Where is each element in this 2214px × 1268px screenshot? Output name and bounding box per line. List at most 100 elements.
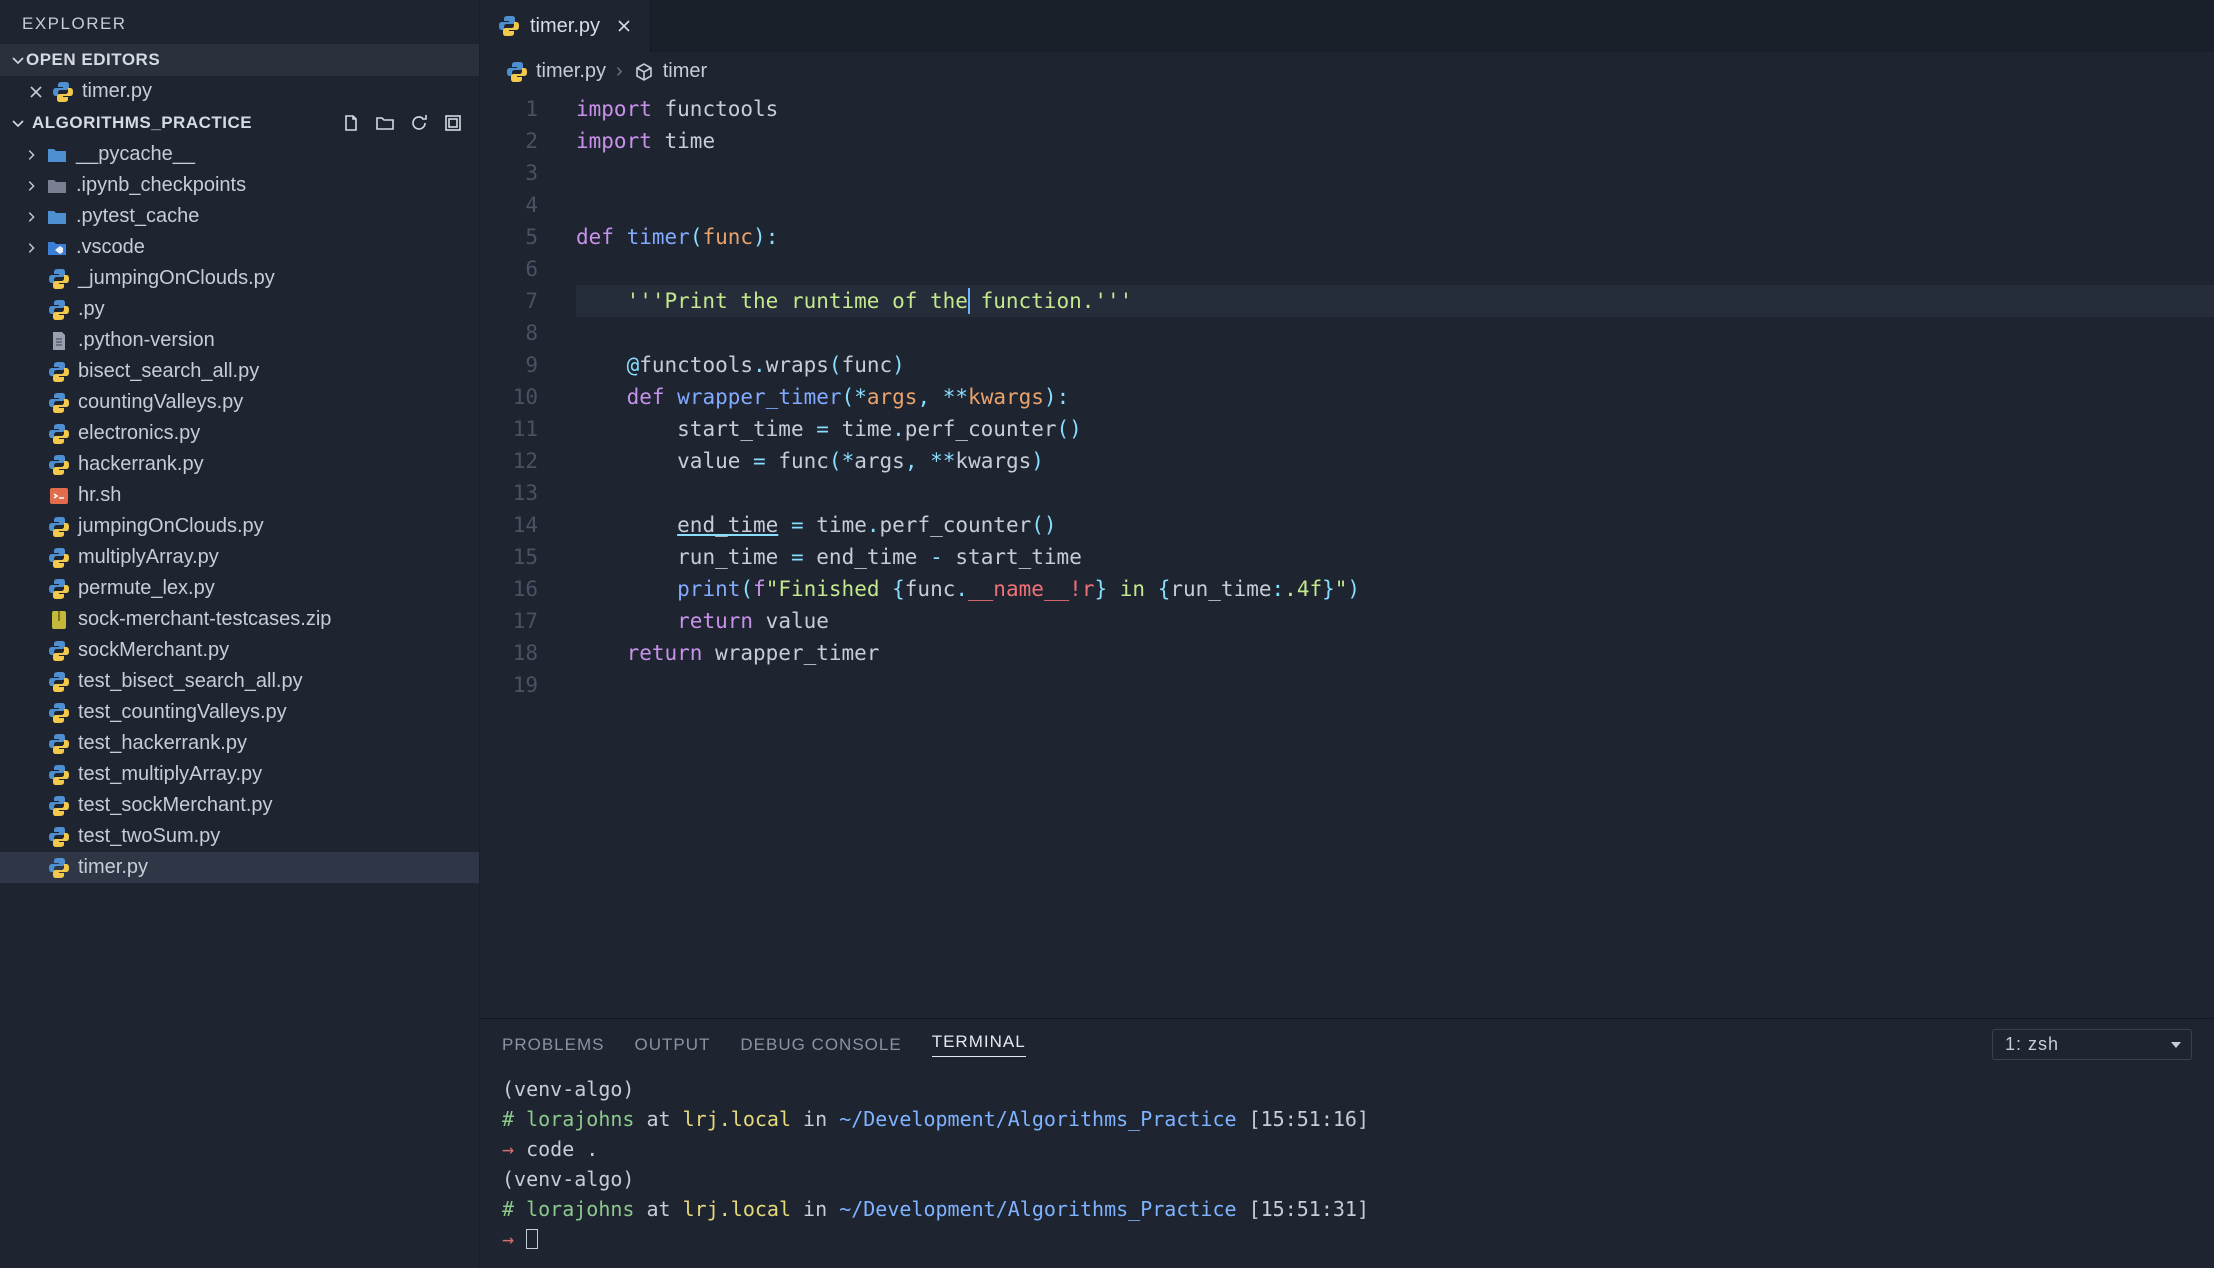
tree-file[interactable]: jumpingOnClouds.py xyxy=(0,511,479,542)
open-editor-filename: timer.py xyxy=(82,80,152,103)
code-line[interactable]: return value xyxy=(576,605,2214,637)
tree-folder[interactable]: __pycache__ xyxy=(0,139,479,170)
tree-file[interactable]: countingValleys.py xyxy=(0,387,479,418)
tree-file[interactable]: hackerrank.py xyxy=(0,449,479,480)
new-folder-icon[interactable] xyxy=(375,113,395,133)
open-editor-item[interactable]: timer.py xyxy=(0,76,479,107)
panel-tab-output[interactable]: OUTPUT xyxy=(634,1035,710,1055)
editor-tab[interactable]: timer.py xyxy=(480,0,651,52)
tree-file-name: .py xyxy=(78,298,105,321)
refresh-icon[interactable] xyxy=(409,113,429,133)
tree-file[interactable]: bisect_search_all.py xyxy=(0,356,479,387)
tree-file[interactable]: test_countingValleys.py xyxy=(0,697,479,728)
python-icon xyxy=(498,15,520,37)
code-line[interactable]: import functools xyxy=(576,93,2214,125)
tree-folder[interactable]: .vscode xyxy=(0,232,479,263)
line-number: 11 xyxy=(480,413,538,445)
python-icon xyxy=(48,640,70,662)
code-line[interactable]: import time xyxy=(576,125,2214,157)
code-line[interactable]: value = func(*args, **kwargs) xyxy=(576,445,2214,477)
line-number: 7 xyxy=(480,285,538,317)
line-number: 9 xyxy=(480,349,538,381)
tree-file[interactable]: timer.py xyxy=(0,852,479,883)
line-number: 10 xyxy=(480,381,538,413)
collapse-all-icon[interactable] xyxy=(443,113,463,133)
code-line[interactable]: return wrapper_timer xyxy=(576,637,2214,669)
line-number: 13 xyxy=(480,477,538,509)
terminal-selector[interactable]: 1: zsh xyxy=(1992,1029,2192,1060)
shell-icon xyxy=(48,485,70,507)
tree-file[interactable]: sockMerchant.py xyxy=(0,635,479,666)
line-number: 3 xyxy=(480,157,538,189)
open-editors-section-header[interactable]: OPEN EDITORS xyxy=(0,44,479,76)
workspace-folder-header[interactable]: ALGORITHMS_PRACTICE xyxy=(0,107,479,139)
line-number: 4 xyxy=(480,189,538,221)
tree-folder-name: .pytest_cache xyxy=(76,205,199,228)
tab-bar: timer.py xyxy=(480,0,2214,52)
tree-file[interactable]: test_bisect_search_all.py xyxy=(0,666,479,697)
tree-file-name: .python-version xyxy=(78,329,215,352)
panel-tab-debug console[interactable]: DEBUG CONSOLE xyxy=(740,1035,901,1055)
code-line[interactable]: @functools.wraps(func) xyxy=(576,349,2214,381)
tree-file[interactable]: multiplyArray.py xyxy=(0,542,479,573)
tree-file[interactable]: test_hackerrank.py xyxy=(0,728,479,759)
tree-folder-name: .vscode xyxy=(76,236,145,259)
breadcrumbs: timer.py › timer xyxy=(480,52,2214,91)
python-icon xyxy=(48,454,70,476)
close-icon[interactable] xyxy=(28,84,44,100)
code-editor[interactable]: 12345678910111213141516171819 import fun… xyxy=(480,91,2214,1018)
tree-file[interactable]: electronics.py xyxy=(0,418,479,449)
tree-file-name: _jumpingOnClouds.py xyxy=(78,267,275,290)
code-content[interactable]: import functoolsimport time def timer(fu… xyxy=(556,93,2214,1018)
code-line[interactable]: start_time = time.perf_counter() xyxy=(576,413,2214,445)
code-line[interactable]: end_time = time.perf_counter() xyxy=(576,509,2214,541)
code-line[interactable] xyxy=(576,477,2214,509)
code-line[interactable] xyxy=(576,317,2214,349)
tree-file-name: test_hackerrank.py xyxy=(78,732,247,755)
line-number: 2 xyxy=(480,125,538,157)
tree-file[interactable]: test_sockMerchant.py xyxy=(0,790,479,821)
line-number: 5 xyxy=(480,221,538,253)
tree-file[interactable]: test_twoSum.py xyxy=(0,821,479,852)
editor-area: timer.py timer.py › timer 12345678910111… xyxy=(480,0,2214,1268)
code-line[interactable] xyxy=(576,189,2214,221)
code-line[interactable]: def wrapper_timer(*args, **kwargs): xyxy=(576,381,2214,413)
tree-file[interactable]: sock-merchant-testcases.zip xyxy=(0,604,479,635)
code-line[interactable]: def timer(func): xyxy=(576,221,2214,253)
tree-file[interactable]: test_multiplyArray.py xyxy=(0,759,479,790)
tree-file-name: bisect_search_all.py xyxy=(78,360,259,383)
tree-file[interactable]: hr.sh xyxy=(0,480,479,511)
tree-file[interactable]: .python-version xyxy=(0,325,479,356)
breadcrumb-item[interactable]: timer.py xyxy=(506,60,606,83)
code-line[interactable]: run_time = end_time - start_time xyxy=(576,541,2214,573)
tree-file-name: jumpingOnClouds.py xyxy=(78,515,264,538)
terminal-output[interactable]: (venv-algo)# lorajohns at lrj.local in ~… xyxy=(480,1066,2214,1268)
tree-file[interactable]: .py xyxy=(0,294,479,325)
tree-folder[interactable]: .ipynb_checkpoints xyxy=(0,170,479,201)
tree-folder[interactable]: .pytest_cache xyxy=(0,201,479,232)
open-editors-label: OPEN EDITORS xyxy=(26,50,160,70)
line-number: 18 xyxy=(480,637,538,669)
close-icon[interactable] xyxy=(616,18,632,34)
line-number: 19 xyxy=(480,669,538,701)
code-line[interactable]: print(f"Finished {func.__name__!r} in {r… xyxy=(576,573,2214,605)
code-line[interactable]: '''Print the runtime of the function.''' xyxy=(576,285,2214,317)
tree-file[interactable]: _jumpingOnClouds.py xyxy=(0,263,479,294)
code-line[interactable] xyxy=(576,157,2214,189)
line-number: 15 xyxy=(480,541,538,573)
code-line[interactable] xyxy=(576,253,2214,285)
line-number-gutter: 12345678910111213141516171819 xyxy=(480,93,556,1018)
python-icon xyxy=(48,268,70,290)
panel-tab-terminal[interactable]: TERMINAL xyxy=(932,1032,1026,1057)
breadcrumb-separator: › xyxy=(616,60,623,83)
panel-tab-problems[interactable]: PROBLEMS xyxy=(502,1035,604,1055)
tree-file-name: sockMerchant.py xyxy=(78,639,229,662)
tree-file-name: sock-merchant-testcases.zip xyxy=(78,608,331,631)
python-icon xyxy=(506,61,528,83)
line-number: 17 xyxy=(480,605,538,637)
breadcrumb-item[interactable]: timer xyxy=(633,60,707,83)
tree-file-name: timer.py xyxy=(78,856,148,879)
code-line[interactable] xyxy=(576,669,2214,701)
tree-file[interactable]: permute_lex.py xyxy=(0,573,479,604)
new-file-icon[interactable] xyxy=(341,113,361,133)
